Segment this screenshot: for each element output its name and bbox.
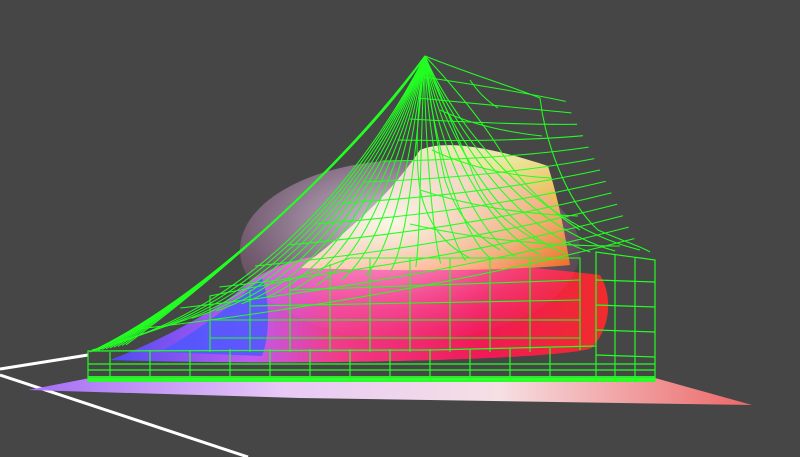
gamut-floor-projection <box>28 378 752 405</box>
axis-line-x <box>0 353 89 371</box>
wireframe-roof-latitude <box>397 135 583 142</box>
wireframe-floor-band <box>88 376 655 382</box>
wireframe-line <box>595 329 656 333</box>
wireframe-roof-latitude <box>423 76 566 102</box>
wireframe-line <box>595 279 656 283</box>
wireframe-line <box>595 354 656 358</box>
3d-gamut-viewport[interactable] <box>0 0 800 457</box>
